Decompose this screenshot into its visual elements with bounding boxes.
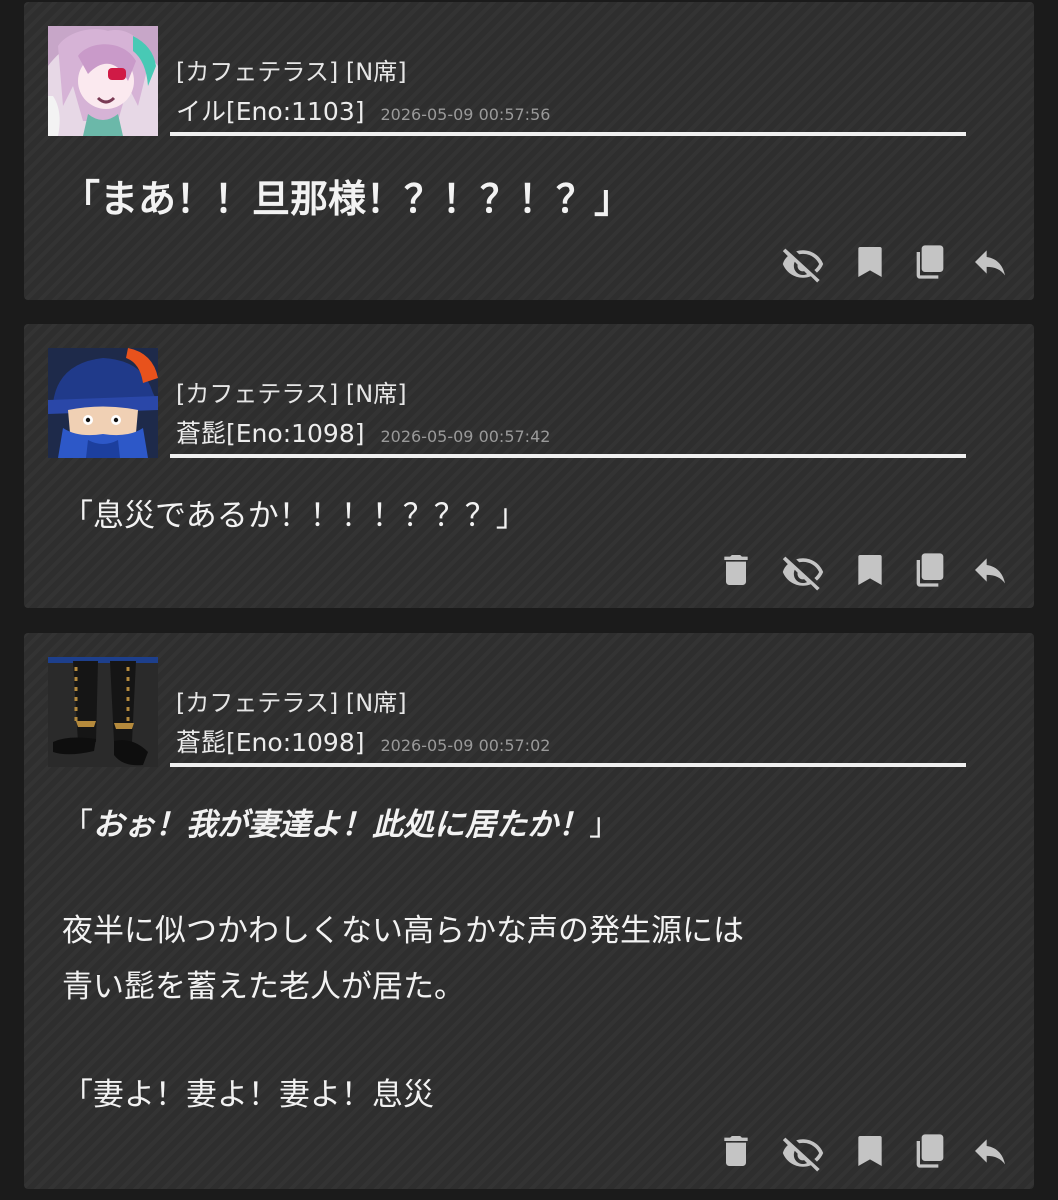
location-label: [カフェテラス] [N席]	[176, 689, 407, 717]
post-card: [カフェテラス] [N席] 蒼髭[Eno:1098] 2026-05-09 00:…	[24, 324, 1034, 608]
post-card: [カフェテラス] [N席] 蒼髭[Eno:1098] 2026-05-09 00:…	[24, 633, 1034, 1189]
post-header: [カフェテラス] [N席] 蒼髭[Eno:1098] 2026-05-09 00:…	[170, 683, 966, 767]
bookmark-icon[interactable]	[850, 1131, 890, 1171]
timestamp: 2026-05-09 00:57:42	[380, 427, 551, 446]
avatar[interactable]	[48, 26, 158, 136]
action-bar	[716, 1131, 1010, 1171]
action-bar	[776, 242, 1010, 282]
character-name[interactable]: 蒼髭[Eno:1098]	[176, 419, 365, 448]
avatar[interactable]	[48, 657, 158, 767]
copy-icon[interactable]	[910, 242, 950, 282]
reply-icon[interactable]	[970, 1131, 1010, 1171]
timestamp: 2026-05-09 00:57:56	[380, 105, 551, 124]
location-label: [カフェテラス] [N席]	[176, 380, 407, 408]
bookmark-icon[interactable]	[850, 242, 890, 282]
post-card: [カフェテラス] [N席] イル[Eno:1103] 2026-05-09 00:…	[24, 2, 1034, 300]
post-feed: [カフェテラス] [N席] イル[Eno:1103] 2026-05-09 00:…	[0, 0, 1058, 1200]
hide-icon[interactable]	[776, 242, 830, 282]
quote-close: 」	[589, 807, 620, 843]
name-row: 蒼髭[Eno:1098] 2026-05-09 00:57:02	[176, 723, 550, 759]
avatar[interactable]	[48, 348, 158, 458]
reply-icon[interactable]	[970, 550, 1010, 590]
post-header: [カフェテラス] [N席] イル[Eno:1103] 2026-05-09 00:…	[170, 52, 966, 136]
message-quote: 「おぉ！我が妻達よ！此処に居たか！」	[62, 799, 1004, 844]
name-row: 蒼髭[Eno:1098] 2026-05-09 00:57:42	[176, 414, 550, 450]
message-text: 「息災であるか！！！！？？？」	[62, 498, 527, 534]
name-row: イル[Eno:1103] 2026-05-09 00:57:56	[176, 92, 550, 128]
delete-icon[interactable]	[716, 550, 756, 590]
quote-open: 「	[62, 807, 93, 843]
message-paragraph: 夜半に似つかわしくない高らかな声の発生源には 青い髭を蓄えた老人が居た。	[62, 913, 744, 1005]
hide-icon[interactable]	[776, 550, 830, 590]
post-header: [カフェテラス] [N席] 蒼髭[Eno:1098] 2026-05-09 00:…	[170, 374, 966, 458]
character-name[interactable]: イル[Eno:1103]	[176, 97, 365, 126]
action-bar	[716, 550, 1010, 590]
character-name[interactable]: 蒼髭[Eno:1098]	[176, 728, 365, 757]
bookmark-icon[interactable]	[850, 550, 890, 590]
delete-icon[interactable]	[716, 1131, 756, 1171]
timestamp: 2026-05-09 00:57:02	[380, 736, 551, 755]
copy-icon[interactable]	[910, 550, 950, 590]
message-last-line: 「妻よ！妻よ！妻よ！息災	[62, 1077, 434, 1113]
hide-icon[interactable]	[776, 1131, 830, 1171]
message-text: 「まあ！！旦那様！？！？！？」	[62, 177, 633, 221]
reply-icon[interactable]	[970, 242, 1010, 282]
location-label: [カフェテラス] [N席]	[176, 58, 407, 86]
quote-emphasis: おぉ！我が妻達よ！此処に居たか！	[93, 807, 589, 843]
copy-icon[interactable]	[910, 1131, 950, 1171]
